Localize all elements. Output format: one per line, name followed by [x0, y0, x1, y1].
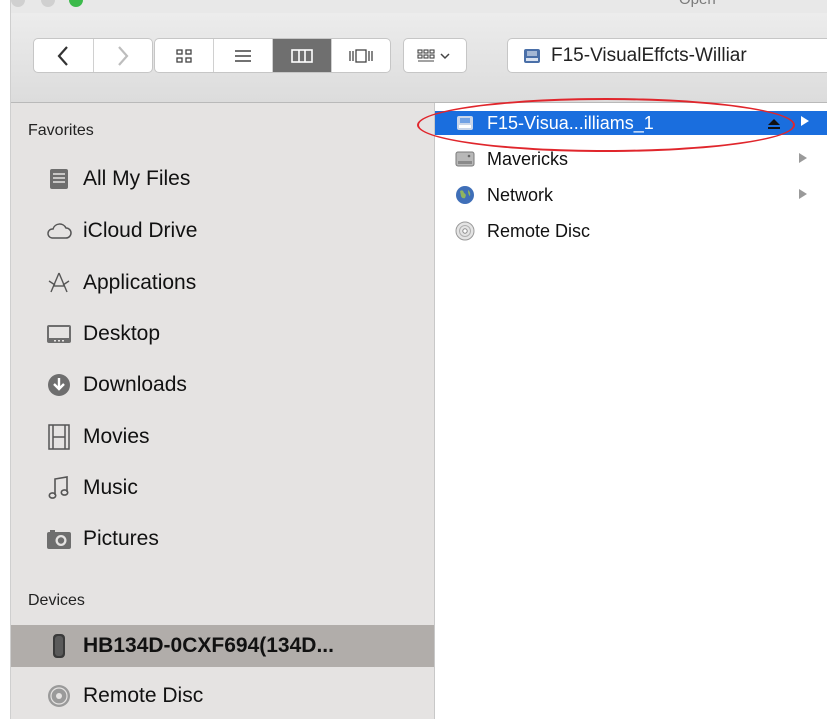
sidebar-item-icloud-drive[interactable]: iCloud Drive — [11, 211, 434, 251]
external-drive-icon — [524, 48, 540, 63]
disc-icon — [455, 221, 475, 241]
column-item-f15-visual-effects[interactable]: F15-Visua...illiams_1 — [435, 111, 827, 135]
back-button[interactable] — [34, 39, 94, 72]
disclosure-arrow-icon — [799, 153, 807, 163]
sidebar-item-desktop[interactable]: Desktop — [11, 314, 434, 354]
view-columns-button[interactable] — [273, 39, 332, 72]
all-my-files-icon — [45, 165, 73, 193]
left-window-edge — [0, 0, 11, 719]
computer-icon — [45, 632, 73, 660]
column-item-label: Remote Disc — [487, 220, 591, 241]
camera-icon — [45, 525, 73, 553]
forward-button[interactable] — [94, 39, 153, 72]
nav-back-forward — [33, 38, 153, 73]
sidebar-item-label: Downloads — [83, 373, 187, 396]
sidebar-item-applications[interactable]: Applications — [11, 263, 434, 303]
network-globe-icon — [455, 185, 475, 205]
devices-heading: Devices — [28, 592, 85, 609]
favorites-heading: Favorites — [28, 122, 94, 139]
sidebar-item-all-my-files[interactable]: All My Files — [11, 159, 434, 199]
music-note-icon — [45, 474, 73, 502]
downloads-icon — [45, 371, 73, 399]
column-item-label: Network — [487, 184, 554, 205]
eject-icon[interactable] — [767, 117, 781, 135]
sidebar-item-hb134d[interactable]: HB134D-0CXF694(134D... — [11, 625, 434, 667]
external-drive-icon — [455, 113, 475, 133]
browser-column: F15-Visua...illiams_1 Mavericks Network … — [435, 103, 827, 719]
sidebar-item-movies[interactable]: Movies — [11, 417, 434, 457]
icon-view-icon — [176, 48, 192, 63]
disclosure-arrow-icon — [799, 189, 807, 199]
film-icon — [45, 423, 73, 451]
sidebar-item-label: Desktop — [83, 322, 161, 345]
hard-drive-icon — [455, 149, 475, 169]
sidebar-item-label: Music — [83, 476, 138, 499]
sidebar-item-label: Applications — [83, 271, 197, 294]
cover-flow-view-icon — [349, 48, 373, 63]
column-item-label: F15-Visua...illiams_1 — [487, 112, 654, 133]
view-mode-selector — [154, 38, 391, 73]
arrange-grid-icon — [417, 48, 450, 62]
toolbar: F15-VisualEffcts-Williar — [11, 13, 827, 103]
sidebar-item-label: iCloud Drive — [83, 219, 198, 242]
disclosure-arrow-icon — [801, 116, 809, 126]
minimize-window-button[interactable] — [41, 0, 55, 7]
chevron-right-icon — [117, 45, 129, 66]
column-view-icon — [291, 48, 313, 63]
disc-icon — [45, 682, 73, 710]
applications-icon — [45, 269, 73, 297]
list-view-icon — [235, 49, 251, 62]
path-label: F15-VisualEffcts-Williar — [551, 44, 747, 66]
sidebar-item-downloads[interactable]: Downloads — [11, 365, 434, 405]
window-titlebar: Open — [11, 0, 827, 13]
view-icons-button[interactable] — [155, 39, 214, 72]
sidebar-item-music[interactable]: Music — [11, 468, 434, 508]
sidebar-item-label: Pictures — [83, 527, 159, 550]
sidebar-item-label: Remote Disc — [83, 684, 204, 707]
cloud-icon — [45, 217, 73, 245]
sidebar-item-label: HB134D-0CXF694(134D... — [83, 634, 334, 657]
path-popup-button[interactable]: F15-VisualEffcts-Williar — [507, 38, 827, 73]
column-item-mavericks[interactable]: Mavericks — [435, 148, 827, 170]
sidebar-item-remote-disc[interactable]: Remote Disc — [11, 676, 434, 716]
sidebar: Favorites All My Files iCloud Drive Appl… — [11, 103, 435, 719]
column-item-label: Mavericks — [487, 148, 569, 169]
sidebar-item-pictures[interactable]: Pictures — [11, 519, 434, 559]
view-list-button[interactable] — [214, 39, 273, 72]
sidebar-item-label: Movies — [83, 425, 150, 448]
arrange-button[interactable] — [403, 38, 467, 73]
window-title: Open — [679, 0, 716, 8]
arrange-button-inner[interactable] — [404, 39, 466, 72]
column-item-network[interactable]: Network — [435, 184, 827, 206]
desktop-icon — [45, 320, 73, 348]
sidebar-item-label: All My Files — [83, 167, 191, 190]
close-window-button[interactable] — [11, 0, 25, 7]
view-coverflow-button[interactable] — [332, 39, 390, 72]
chevron-left-icon — [57, 45, 69, 66]
zoom-window-button[interactable] — [69, 0, 83, 7]
column-item-remote-disc[interactable]: Remote Disc — [435, 220, 827, 242]
